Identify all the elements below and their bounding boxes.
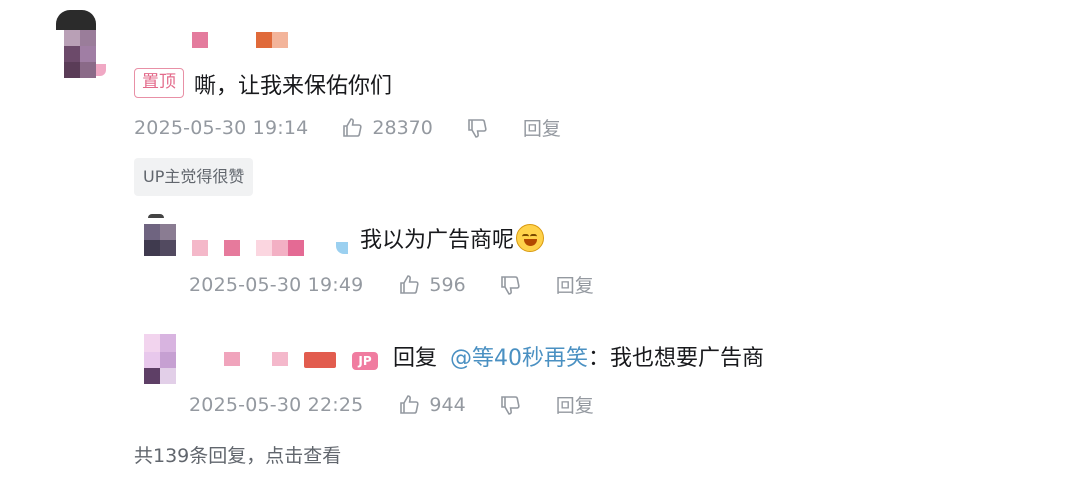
thumb-up-icon <box>343 117 363 137</box>
reply-button[interactable]: 回复 <box>523 114 561 141</box>
reply2-text: JP 回复 @等40秒再笑：我也想要广告商 <box>352 340 764 372</box>
jp-badge: JP <box>352 352 378 370</box>
reply2-username[interactable] <box>190 352 350 370</box>
reply2-content: ：我也想要广告商 <box>588 346 765 371</box>
thumb-down-icon <box>500 395 520 415</box>
comment-time: 2025-05-30 19:14 <box>134 116 309 139</box>
reply1-avatar[interactable] <box>144 214 178 258</box>
main-comment-text: 嘶，让我来保佑你们 <box>194 74 393 99</box>
laugh-cry-emoji <box>516 224 545 252</box>
reply2-prefix: 回复 <box>393 346 438 371</box>
reply2-reply-button[interactable]: 回复 <box>556 391 594 418</box>
reply1-like-button[interactable]: 596 <box>397 273 466 297</box>
reply2-like-count: 944 <box>429 393 466 416</box>
reply1-content: 我以为广告商呢 <box>360 228 515 253</box>
like-count: 28370 <box>372 116 433 139</box>
view-more-replies-link[interactable]: 共139条回复，点击查看 <box>134 441 341 468</box>
reply1-like-count: 596 <box>429 273 466 296</box>
dislike-button[interactable] <box>465 116 489 140</box>
reply2-like-button[interactable]: 944 <box>397 393 466 417</box>
reply1-dislike-button[interactable] <box>498 273 522 297</box>
reply2-dislike-button[interactable] <box>498 393 522 417</box>
main-meta-row: 2025-05-30 19:14 28370 回复 <box>134 114 561 141</box>
thumb-up-icon <box>400 394 420 414</box>
mention-link[interactable]: @等40秒再笑 <box>450 346 588 371</box>
reply1-meta-row: 2025-05-30 19:49 596 回复 <box>189 271 594 298</box>
reply1-text: 我以为广告商呢 <box>360 222 545 254</box>
up-liked-badge: UP主觉得很赞 <box>134 158 254 196</box>
pinned-tag: 置顶 <box>134 68 184 98</box>
reply1-time: 2025-05-30 19:49 <box>189 273 364 296</box>
reply1-username[interactable] <box>190 240 350 258</box>
main-avatar[interactable] <box>56 10 106 82</box>
comment-thread: 置顶 嘶，让我来保佑你们 2025-05-30 19:14 28370 回复 U… <box>0 0 1080 481</box>
like-button[interactable]: 28370 <box>340 116 433 140</box>
reply2-meta-row: 2025-05-30 22:25 944 回复 <box>189 391 594 418</box>
thumb-down-icon <box>500 275 520 295</box>
thumb-up-icon <box>400 274 420 294</box>
reply1-reply-button[interactable]: 回复 <box>556 271 594 298</box>
thumb-down-icon <box>468 118 487 138</box>
reply2-time: 2025-05-30 22:25 <box>189 393 364 416</box>
main-username[interactable] <box>190 32 300 50</box>
reply2-avatar[interactable] <box>144 334 178 386</box>
